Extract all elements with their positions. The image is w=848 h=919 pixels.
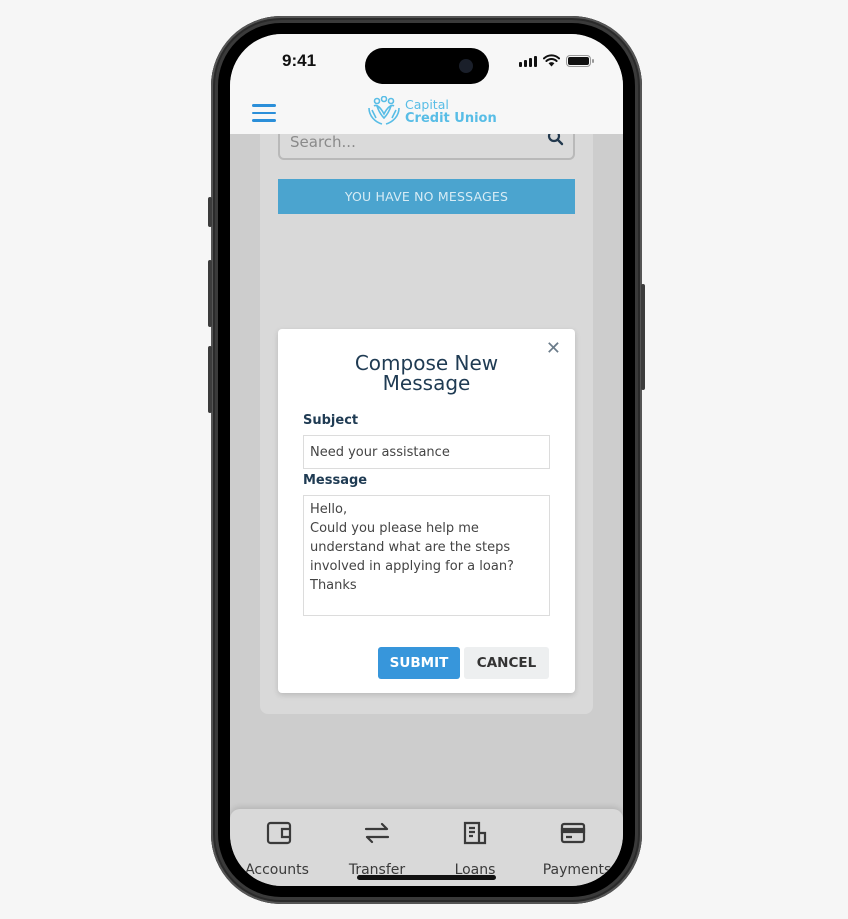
silent-switch [208, 197, 212, 227]
message-label: Message [303, 473, 368, 488]
cancel-button[interactable]: CANCEL [464, 647, 549, 679]
message-textarea[interactable]: Hello, Could you please help me understa… [303, 495, 550, 616]
battery-icon [566, 54, 594, 67]
volume-up-button [208, 260, 212, 327]
subject-label: Subject [303, 413, 359, 428]
tab-label: Accounts [245, 862, 309, 878]
credit-card-icon [560, 821, 586, 849]
no-messages-banner: YOU HAVE NO MESSAGES [278, 179, 575, 214]
wallet-icon [266, 821, 292, 849]
transfer-arrows-icon [364, 821, 390, 849]
compose-message-modal: ✕ Compose New Message Subject Message He… [278, 329, 575, 693]
status-time: 9:41 [282, 51, 317, 70]
logo-line2: Credit Union [405, 111, 497, 126]
modal-title: Compose New Message [354, 351, 499, 395]
document-icon [462, 821, 488, 849]
cellular-signal-icon [519, 55, 537, 67]
tab-payments[interactable]: Payments [524, 809, 622, 886]
camera-icon [459, 59, 473, 73]
tab-label: Payments [542, 862, 612, 878]
volume-down-button [208, 346, 212, 413]
status-icons [519, 54, 594, 67]
dynamic-island [365, 48, 489, 84]
app-header: 9:41 Capital Credit Union [230, 34, 623, 134]
wifi-icon [543, 54, 560, 67]
people-hands-logo-icon [368, 96, 400, 125]
subject-input[interactable] [303, 435, 550, 469]
home-indicator[interactable] [357, 875, 496, 880]
logo-line1: Capital [405, 97, 449, 112]
power-button [641, 284, 645, 390]
brand-logo: Capital Credit Union [367, 96, 497, 128]
tab-accounts[interactable]: Accounts [230, 809, 328, 886]
phone-screen: Search... YOU HAVE NO MESSAGES 9:41 Capi… [230, 34, 623, 886]
hamburger-menu-icon[interactable] [252, 104, 276, 122]
search-placeholder: Search... [290, 133, 356, 151]
submit-button[interactable]: SUBMIT [378, 647, 460, 679]
